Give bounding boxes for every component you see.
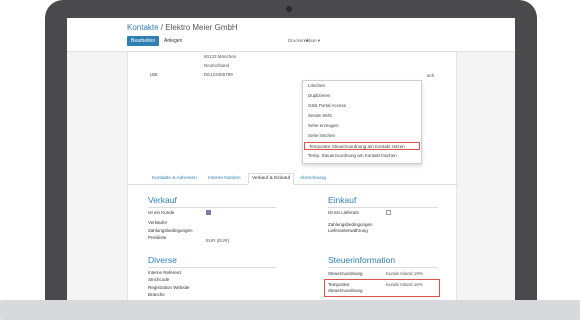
misc-divider bbox=[148, 267, 276, 268]
vat-label: USt. bbox=[150, 72, 159, 77]
app-screen: Kontakte / Elektro Meier GmbH Bearbeiten… bbox=[67, 18, 515, 300]
tab-sales-purchase[interactable]: Verkauf & Einkauf bbox=[248, 173, 295, 185]
temp-fiscal-value[interactable]: Kunde Inland 16% bbox=[386, 282, 423, 287]
vendor-payment-terms-label: Zahlungsbedingungen Lieferantenwährung bbox=[328, 222, 373, 233]
temp-fiscal-label: Temporäre Steuerzuordnung bbox=[328, 282, 363, 293]
control-panel: Kontakte / Elektro Meier GmbH Bearbeiten… bbox=[67, 18, 515, 52]
laptop-base bbox=[0, 300, 580, 320]
menu-item-portal-access[interactable]: Gäst Portal Access bbox=[308, 103, 346, 108]
salesperson-label: Verkäufer bbox=[148, 220, 168, 225]
action-menu: Löschen Duplizieren Gäst Portal Access S… bbox=[302, 80, 422, 164]
is-customer-label: Ist ein Kunde bbox=[148, 210, 175, 215]
laptop-mockup: Kontakte / Elektro Meier GmbH Bearbeiten… bbox=[0, 0, 580, 320]
menu-item-delete[interactable]: Löschen bbox=[308, 83, 325, 88]
payment-terms-label: Zahlungsbedingungen bbox=[148, 228, 193, 233]
barcode-label: Strichcode bbox=[148, 277, 170, 282]
industry-label: Branche bbox=[148, 292, 165, 297]
tax-section-title: Steuerinformation bbox=[328, 255, 396, 265]
purchase-divider bbox=[328, 207, 438, 208]
misc-section-title: Diverse bbox=[148, 255, 177, 265]
edit-button[interactable]: Bearbeiten bbox=[127, 36, 160, 46]
menu-item-remove-temp-fiscal[interactable]: Temp. Steuerzuordnung am Kontakt löschen bbox=[308, 153, 397, 158]
menu-item-send-sms[interactable]: Sende SMS bbox=[308, 113, 332, 118]
is-customer-checkbox[interactable] bbox=[206, 210, 211, 215]
sales-divider bbox=[148, 207, 276, 208]
fiscal-position-value[interactable]: Kunde Inland 19% bbox=[386, 271, 423, 276]
is-vendor-label: Ist ein Lieferant bbox=[328, 210, 359, 215]
address-suffix: ach bbox=[427, 73, 435, 78]
menu-item-set-temp-fiscal[interactable]: Temporäre Steuerzuordnung am Kontakt set… bbox=[304, 142, 420, 150]
tab-contacts-addresses[interactable]: Kontakte & Adressen bbox=[152, 176, 197, 181]
tax-divider bbox=[328, 267, 438, 268]
address-city: 80123 München bbox=[204, 54, 237, 59]
tab-invoicing[interactable]: Abrechnung bbox=[300, 176, 326, 181]
is-vendor-checkbox[interactable] bbox=[386, 210, 391, 215]
action-dropdown[interactable]: Aktion ▾ bbox=[304, 38, 320, 44]
menu-item-create-page[interactable]: Sehe erzeugen bbox=[308, 123, 339, 128]
notebook-tabs: Kontakte & Adressen Interne Notizen Verk… bbox=[128, 173, 458, 185]
pricelist-value[interactable]: EUR (EUR) bbox=[206, 238, 229, 243]
breadcrumb-parent-link[interactable]: Kontakte bbox=[127, 23, 159, 32]
form-area: 80123 München Deutschland USt. DE1234567… bbox=[67, 52, 515, 300]
breadcrumb: Kontakte / Elektro Meier GmbH bbox=[127, 23, 238, 32]
fiscal-position-label: Steuerzuordnung bbox=[328, 271, 363, 276]
internal-ref-label: Interne Referenz bbox=[148, 270, 182, 275]
address-country: Deutschland bbox=[204, 63, 230, 68]
website-label: Registration Website bbox=[148, 285, 190, 290]
purchase-section-title: Einkauf bbox=[328, 195, 357, 205]
vat-value: DE123456789 bbox=[204, 72, 233, 77]
create-button[interactable]: Anlegen bbox=[160, 36, 187, 46]
pricelist-label: Preisliste bbox=[148, 235, 167, 240]
tab-internal-notes[interactable]: Interne Notizen bbox=[208, 176, 241, 181]
breadcrumb-current: Elektro Meier GmbH bbox=[165, 23, 238, 32]
camera-icon bbox=[286, 6, 292, 12]
menu-item-delete-page[interactable]: Seite löschen bbox=[308, 133, 335, 138]
menu-item-duplicate[interactable]: Duplizieren bbox=[308, 93, 331, 98]
sales-section-title: Verkauf bbox=[148, 195, 177, 205]
